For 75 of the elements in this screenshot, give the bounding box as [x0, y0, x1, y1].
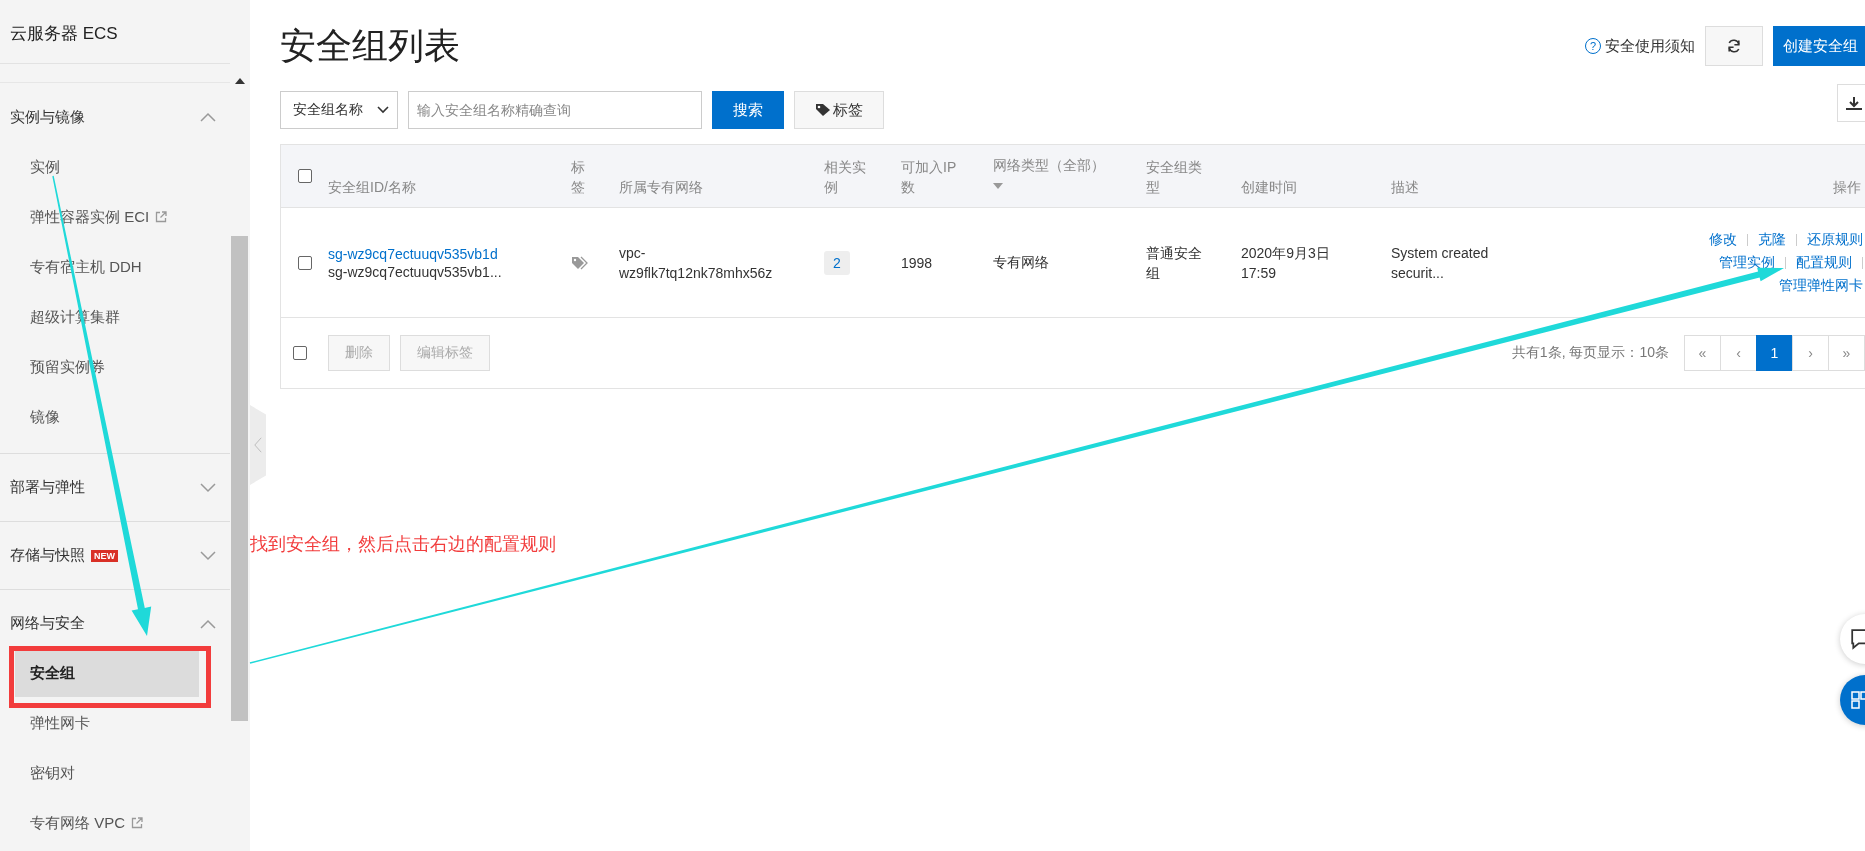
- column-header[interactable]: 网络类型（全部）: [993, 155, 1132, 175]
- nav-item-label: 实例: [30, 157, 60, 177]
- tag-icon[interactable]: [571, 255, 589, 270]
- tag-icon: [815, 103, 831, 117]
- nav-item-label: 安全组: [30, 663, 75, 683]
- instance-count[interactable]: 2: [824, 250, 850, 275]
- help-link[interactable]: 安全使用须知: [1605, 36, 1695, 56]
- sidebar-title: 云服务器 ECS: [0, 4, 230, 64]
- column-header: 安全组ID/名称: [328, 178, 417, 197]
- chevron-up-icon: [200, 618, 216, 629]
- nav-item[interactable]: 安全组: [15, 649, 199, 697]
- vpc-id: vpc-wz9flk7tq12nk78mhx56z: [619, 243, 774, 283]
- page-button[interactable]: »: [1828, 335, 1865, 371]
- search-button[interactable]: 搜索: [712, 91, 784, 129]
- action-link[interactable]: 管理弹性网卡: [1779, 276, 1863, 295]
- caret-icon: [993, 183, 1003, 189]
- page-title: 安全组列表: [280, 24, 460, 68]
- network-type: 专有网络: [993, 253, 1049, 272]
- column-header: 创建时间: [1241, 178, 1298, 197]
- column-header: 安全组类型: [1146, 158, 1203, 197]
- group-name: sg-wz9cq7ectuuqv535vb1...: [328, 263, 502, 280]
- chevron-left-icon: [254, 436, 262, 454]
- refresh-button[interactable]: [1705, 26, 1763, 66]
- nav-section-label: 部署与弹性: [10, 478, 85, 497]
- nav-item-label: 镜像: [30, 407, 60, 427]
- nav-section-header[interactable]: 实例与镜像: [0, 83, 230, 142]
- action-link[interactable]: 配置规则: [1796, 253, 1852, 272]
- action-link[interactable]: 管理实例: [1719, 253, 1775, 272]
- column-header: 可加入IP数: [901, 158, 957, 197]
- created-time: 2020年9月3日 17:59: [1241, 243, 1331, 283]
- nav-item[interactable]: 实例: [0, 142, 230, 192]
- nav-section-label: 网络与安全: [10, 614, 85, 633]
- group-type: 普通安全组: [1146, 243, 1203, 283]
- row-checkbox[interactable]: [297, 255, 312, 270]
- download-icon: [1844, 95, 1864, 111]
- group-id-link[interactable]: sg-wz9cq7ectuuqv535vb1d: [328, 245, 498, 262]
- column-header: 描述: [1391, 178, 1420, 197]
- create-button[interactable]: 创建安全组: [1773, 26, 1865, 66]
- nav-item[interactable]: 密钥对: [0, 748, 230, 798]
- pagination-summary: 共有1条, 每页显示：10条: [1511, 344, 1669, 362]
- nav-item-label: 专有网络 VPC: [30, 813, 125, 833]
- nav-item[interactable]: 专有网络 VPC: [0, 798, 230, 848]
- refresh-icon: [1726, 38, 1742, 54]
- nav-item[interactable]: 镜像: [0, 392, 230, 442]
- search-field[interactable]: 输入安全组名称精确查询: [408, 91, 702, 129]
- chevron-down-icon: [377, 106, 389, 114]
- chevron-down-icon: [200, 550, 216, 561]
- description: System created securit...: [1391, 243, 1490, 283]
- annotation-text: 找到安全组，然后点击右边的配置规则: [250, 533, 556, 556]
- action-link[interactable]: 还原规则: [1807, 230, 1863, 249]
- page-button[interactable]: «: [1684, 335, 1721, 371]
- filter-dropdown[interactable]: 安全组名称: [280, 91, 398, 129]
- page-button[interactable]: ›: [1792, 335, 1829, 371]
- column-header: 操作: [1833, 178, 1861, 197]
- nav-item-label: 弹性网卡: [30, 713, 90, 733]
- nav-section-label: 存储与快照: [10, 546, 85, 565]
- column-header: 相关实例: [824, 158, 867, 197]
- action-link[interactable]: 修改: [1709, 230, 1737, 249]
- page-button[interactable]: ‹: [1720, 335, 1757, 371]
- chevron-up-icon: [200, 112, 216, 122]
- column-header: 所属专有网络: [619, 178, 704, 197]
- nav-item[interactable]: 弹性网卡: [0, 698, 230, 748]
- grid-icon: [1850, 690, 1865, 710]
- chevron-down-icon: [200, 482, 216, 493]
- column-header: 标签: [571, 158, 586, 197]
- tag-button[interactable]: 标签: [794, 91, 884, 129]
- new-badge: NEW: [91, 549, 118, 562]
- footer-checkbox[interactable]: [292, 346, 307, 360]
- nav-item-label: 密钥对: [30, 763, 75, 783]
- action-link[interactable]: 克隆: [1758, 230, 1786, 249]
- ip-count: 1998: [901, 254, 933, 271]
- select-all-checkbox[interactable]: [297, 169, 312, 183]
- page-button[interactable]: 1: [1756, 335, 1793, 371]
- download-button[interactable]: [1837, 84, 1865, 122]
- nav-section-label: 实例与镜像: [10, 107, 85, 127]
